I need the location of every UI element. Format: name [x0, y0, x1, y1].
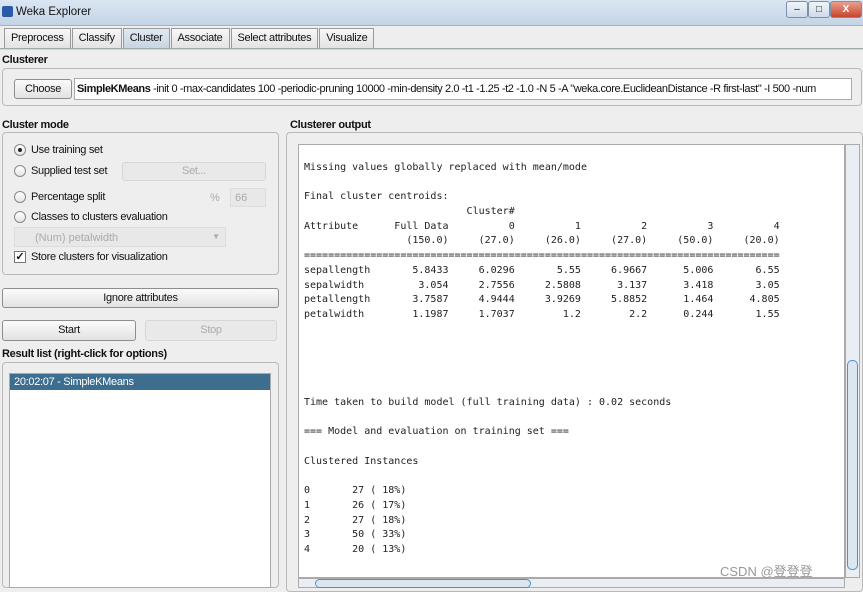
- store-clusters-checkbox[interactable]: ✓: [14, 251, 26, 263]
- tab-visualize[interactable]: Visualize: [319, 28, 375, 48]
- output-line: 1 26 ( 17%): [304, 499, 407, 511]
- horizontal-scroll-thumb[interactable]: [315, 579, 531, 588]
- choose-button[interactable]: Choose: [14, 79, 72, 99]
- watermark: CSDN @登登登: [720, 564, 813, 579]
- maximize-button[interactable]: □: [808, 1, 830, 18]
- clusterer-label: Clusterer: [2, 54, 48, 66]
- store-clusters-label: Store clusters for visualization: [31, 251, 168, 263]
- start-button[interactable]: Start: [2, 320, 136, 341]
- output-line: Attribute Full Data 0 1 2 3 4: [304, 220, 780, 232]
- output-line: Cluster#: [304, 206, 515, 218]
- stop-button[interactable]: Stop: [145, 320, 277, 341]
- output-line: sepalwidth 3.054 2.7556 2.5808 3.137 3.4…: [304, 279, 780, 291]
- result-list-label: Result list (right-click for options): [2, 348, 167, 360]
- output-line: Time taken to build model (full training…: [304, 397, 672, 408]
- tab-divider: [0, 48, 863, 50]
- clusterer-config-field[interactable]: SimpleKMeans -init 0 -max-candidates 100…: [74, 78, 852, 100]
- clusterer-output-area[interactable]: Missing values globally replaced with me…: [298, 144, 845, 578]
- output-line: 4 20 ( 13%): [304, 543, 407, 555]
- classes-to-clusters-label: Classes to clusters evaluation: [31, 211, 168, 223]
- vertical-scrollbar[interactable]: [845, 144, 860, 578]
- class-attribute-select[interactable]: (Num) petalwidth ▼: [14, 227, 226, 247]
- tab-cluster[interactable]: Cluster: [122, 28, 170, 48]
- output-line: 2 27 ( 18%): [304, 514, 407, 526]
- percentage-split-radio[interactable]: [14, 191, 26, 203]
- set-test-set-button[interactable]: Set...: [122, 162, 266, 181]
- tab-bar: Preprocess Classify Cluster Associate Se…: [0, 28, 375, 48]
- output-line: petallength 3.7587 4.9444 3.9269 5.8852 …: [304, 294, 780, 306]
- use-training-set-radio[interactable]: [14, 144, 26, 156]
- minimize-button[interactable]: –: [786, 1, 808, 18]
- supplied-test-set-radio[interactable]: [14, 165, 26, 177]
- tab-preprocess[interactable]: Preprocess: [4, 28, 71, 48]
- percentage-field[interactable]: 66: [230, 188, 266, 207]
- percent-sign: %: [210, 192, 220, 204]
- supplied-test-set-label: Supplied test set: [31, 165, 108, 177]
- result-list-item[interactable]: 20:02:07 - SimpleKMeans: [10, 374, 270, 390]
- output-line: petalwidth 1.1987 1.7037 1.2 2.2 0.244 1…: [304, 308, 780, 320]
- output-line: Final cluster centroids:: [304, 191, 449, 203]
- clusterer-output-label: Clusterer output: [290, 119, 371, 131]
- output-line: Clustered Instances: [304, 455, 419, 467]
- tab-select-attributes[interactable]: Select attributes: [230, 28, 319, 48]
- output-line: 3 50 ( 33%): [304, 529, 407, 541]
- ignore-attributes-button[interactable]: Ignore attributes: [2, 288, 279, 308]
- dropdown-arrow-icon: ▼: [212, 232, 220, 241]
- clusterer-name: SimpleKMeans: [77, 83, 151, 95]
- result-list: 20:02:07 - SimpleKMeans: [9, 373, 271, 588]
- tab-associate[interactable]: Associate: [170, 28, 230, 48]
- cluster-mode-label: Cluster mode: [2, 119, 69, 131]
- close-button[interactable]: X: [830, 1, 862, 18]
- title-bar: Weka Explorer – □ X: [0, 0, 863, 26]
- output-line: (150.0) (27.0) (26.0) (27.0) (50.0) (20.…: [304, 235, 780, 247]
- output-line: ========================================…: [304, 250, 780, 262]
- output-line: === Model and evaluation on training set…: [304, 426, 569, 438]
- tab-classify[interactable]: Classify: [71, 28, 122, 48]
- use-training-set-label: Use training set: [31, 144, 103, 156]
- class-attribute-value: (Num) petalwidth: [35, 232, 119, 244]
- clusterer-options: -init 0 -max-candidates 100 -periodic-pr…: [150, 83, 816, 95]
- output-line: 0 27 ( 18%): [304, 485, 407, 497]
- percentage-split-label: Percentage split: [31, 191, 106, 203]
- vertical-scroll-thumb[interactable]: [847, 360, 858, 570]
- output-text: Missing values globally replaced with me…: [299, 145, 844, 558]
- classes-to-clusters-radio[interactable]: [14, 211, 26, 223]
- output-line: Missing values globally replaced with me…: [304, 162, 587, 173]
- window-title: Weka Explorer: [16, 6, 92, 18]
- output-line: sepallength 5.8433 6.0296 5.55 6.9667 5.…: [304, 264, 780, 276]
- weka-app-icon: [2, 6, 13, 17]
